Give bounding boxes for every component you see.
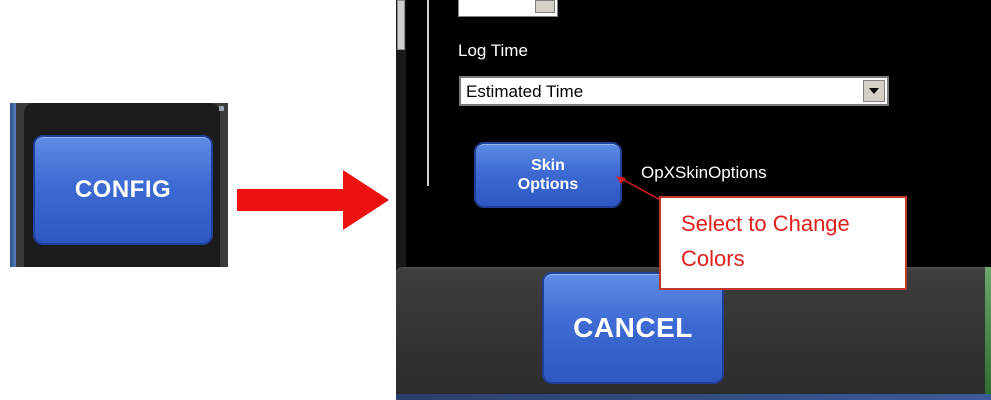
log-time-select[interactable]: Estimated Time bbox=[459, 76, 889, 106]
log-time-selected-value: Estimated Time bbox=[466, 82, 584, 101]
skin-options-label-line1: Skin bbox=[531, 157, 565, 174]
config-button[interactable]: CONFIG bbox=[33, 135, 213, 245]
panel-edge bbox=[10, 103, 16, 267]
skin-options-button[interactable]: Skin Options bbox=[474, 142, 622, 208]
corner-marker bbox=[219, 106, 224, 111]
dropdown-arrow-icon bbox=[869, 88, 879, 94]
annotation-line1: Select to Change bbox=[681, 211, 850, 236]
right-arrow-icon bbox=[237, 170, 389, 230]
annotation-callout: Select to Change Colors bbox=[659, 196, 907, 290]
divider-line bbox=[427, 0, 429, 186]
spinner-button[interactable] bbox=[535, 0, 555, 13]
scrollbar[interactable] bbox=[397, 0, 405, 50]
numeric-field[interactable] bbox=[458, 0, 558, 17]
log-time-label: Log Time bbox=[458, 41, 528, 60]
dropdown-button[interactable] bbox=[863, 80, 885, 102]
taskbar-edge bbox=[396, 394, 991, 400]
window-edge bbox=[985, 267, 991, 400]
skin-options-label-line2: Options bbox=[517, 176, 579, 193]
annotation-line2: Colors bbox=[681, 246, 745, 271]
